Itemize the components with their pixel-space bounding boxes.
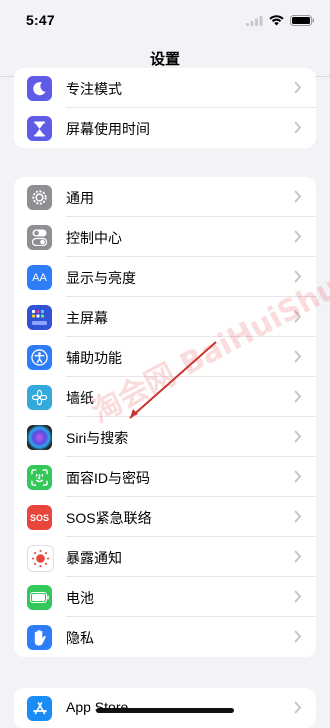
chevron-right-icon [294, 510, 302, 528]
chevron-right-icon [294, 310, 302, 328]
battery-status-icon [290, 13, 314, 31]
settings-row-label: 主屏幕 [66, 310, 108, 326]
chevron-right-icon [294, 390, 302, 408]
settings-row-label: 控制中心 [66, 230, 122, 246]
app-store-icon [27, 696, 52, 721]
settings-row-label: 面容ID与密码 [66, 470, 150, 486]
chevron-right-icon [294, 350, 302, 368]
chevron-right-icon [294, 430, 302, 448]
settings-row-face-id[interactable]: 面容ID与密码 [14, 457, 316, 497]
settings-row-label: 隐私 [66, 630, 94, 646]
chevron-right-icon [294, 270, 302, 288]
accessibility-icon [27, 345, 52, 370]
settings-row-home-screen[interactable]: 主屏幕 [14, 297, 316, 337]
chevron-right-icon [294, 470, 302, 488]
settings-row-label: 专注模式 [66, 81, 122, 97]
settings-row-accessibility[interactable]: 辅助功能 [14, 337, 316, 377]
chevron-right-icon [294, 630, 302, 648]
chevron-right-icon [294, 121, 302, 139]
face-id-icon [27, 465, 52, 490]
page-title: 设置 [149, 51, 180, 68]
settings-row-label: 暴露通知 [66, 550, 122, 566]
status-icons [246, 13, 314, 31]
settings-row-label: SOS紧急联络 [66, 510, 152, 526]
settings-row-siri[interactable]: Siri与搜索 [14, 417, 316, 457]
gear-icon [27, 185, 52, 210]
settings-row-label: 屏幕使用时间 [66, 121, 150, 137]
exposure-icon [27, 545, 54, 572]
settings-row-sos[interactable]: SOS SOS紧急联络 [14, 497, 316, 537]
hourglass-icon [27, 116, 52, 141]
toggles-icon [27, 225, 52, 250]
settings-row-exposure[interactable]: 暴露通知 [14, 537, 316, 577]
chevron-right-icon [294, 230, 302, 248]
settings-row-screen-time[interactable]: 屏幕使用时间 [14, 108, 316, 148]
hand-icon [27, 625, 52, 650]
status-bar: 5:47 [0, 0, 330, 40]
chevron-right-icon [294, 701, 302, 719]
settings-row-label: 通用 [66, 190, 94, 206]
settings-row-control-center[interactable]: 控制中心 [14, 217, 316, 257]
settings-row-label: 辅助功能 [66, 350, 122, 366]
sos-icon: SOS [27, 505, 52, 530]
settings-row-battery[interactable]: 电池 [14, 577, 316, 617]
siri-icon [27, 425, 52, 450]
settings-row-label: 墙纸 [66, 390, 94, 406]
text-size-icon: AA [27, 265, 52, 290]
chevron-right-icon [294, 190, 302, 208]
home-screen-grid-icon [27, 305, 52, 330]
moon-icon [27, 76, 52, 101]
home-indicator [96, 708, 234, 713]
settings-row-display[interactable]: AA 显示与亮度 [14, 257, 316, 297]
battery-icon [27, 585, 52, 610]
status-time: 5:47 [26, 12, 55, 28]
settings-group-focus: 专注模式 屏幕使用时间 [14, 68, 316, 148]
settings-row-focus[interactable]: 专注模式 [14, 68, 316, 108]
chevron-right-icon [294, 590, 302, 608]
cellular-signal-icon [246, 13, 263, 31]
sos-glyph: SOS [29, 512, 49, 523]
settings-row-privacy[interactable]: 隐私 [14, 617, 316, 657]
settings-group-general: 通用 控制中心 AA 显示与亮度 主屏幕 辅助功能 墙纸 Siri与搜索 面容I… [14, 177, 316, 657]
text-size-glyph: AA [32, 271, 47, 284]
settings-row-wallpaper[interactable]: 墙纸 [14, 377, 316, 417]
chevron-right-icon [294, 550, 302, 568]
settings-row-label: 电池 [66, 590, 94, 606]
settings-row-label: 显示与亮度 [66, 270, 136, 286]
chevron-right-icon [294, 81, 302, 99]
wifi-icon [269, 13, 284, 31]
settings-row-general[interactable]: 通用 [14, 177, 316, 217]
flower-icon [27, 385, 52, 410]
settings-row-label: Siri与搜索 [66, 430, 129, 446]
